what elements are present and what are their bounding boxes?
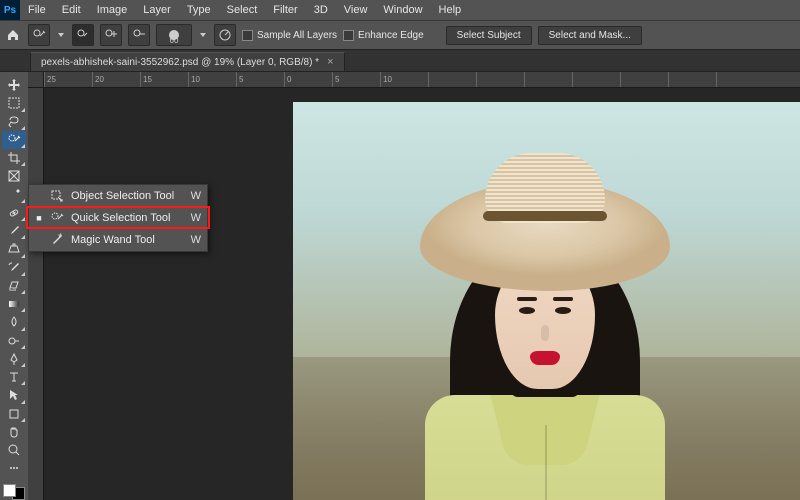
menubar: Ps File Edit Image Layer Type Select Fil… bbox=[0, 0, 800, 20]
tab-title: pexels-abhishek-saini-3552962.psd @ 19% … bbox=[41, 57, 319, 68]
chevron-down-icon[interactable] bbox=[198, 31, 208, 39]
tool-eyedropper[interactable] bbox=[2, 186, 26, 204]
tool-history-brush[interactable] bbox=[2, 259, 26, 277]
ruler-vertical[interactable] bbox=[28, 88, 44, 500]
flyout-label: Magic Wand Tool bbox=[71, 234, 185, 246]
menu-3d[interactable]: 3D bbox=[306, 0, 336, 20]
tool-preset-button[interactable] bbox=[28, 24, 50, 46]
flyout-shortcut: W bbox=[191, 190, 201, 202]
brush-picker[interactable]: 60 bbox=[156, 24, 192, 46]
app-logo[interactable]: Ps bbox=[0, 0, 20, 20]
flyout-shortcut: W bbox=[191, 212, 201, 224]
flyout-shortcut: W bbox=[191, 234, 201, 246]
active-marker: ■ bbox=[35, 213, 43, 223]
tool-hand[interactable] bbox=[2, 423, 26, 441]
tool-marquee[interactable] bbox=[2, 94, 26, 112]
tool-flyout: Object Selection Tool W ■ Quick Selectio… bbox=[28, 184, 208, 252]
tool-eraser[interactable] bbox=[2, 277, 26, 295]
flyout-label: Object Selection Tool bbox=[71, 190, 185, 202]
tool-gradient[interactable] bbox=[2, 295, 26, 313]
menu-type[interactable]: Type bbox=[179, 0, 219, 20]
select-and-mask-button[interactable]: Select and Mask... bbox=[538, 26, 642, 45]
quick-selection-icon bbox=[49, 211, 65, 225]
sample-all-layers-checkbox[interactable]: Sample All Layers bbox=[242, 30, 337, 41]
flyout-item-magic-wand[interactable]: Magic Wand Tool W bbox=[29, 229, 207, 251]
tool-shape[interactable] bbox=[2, 405, 26, 423]
magic-wand-icon bbox=[49, 233, 65, 247]
document-tab[interactable]: pexels-abhishek-saini-3552962.psd @ 19% … bbox=[30, 52, 345, 71]
color-swatch[interactable] bbox=[3, 484, 25, 500]
tool-crop[interactable] bbox=[2, 149, 26, 167]
options-bar: 60 Sample All Layers Enhance Edge Select… bbox=[0, 20, 800, 50]
menu-filter[interactable]: Filter bbox=[265, 0, 305, 20]
tool-zoom[interactable] bbox=[2, 441, 26, 459]
canvas[interactable] bbox=[293, 102, 800, 500]
canvas-image bbox=[293, 102, 800, 500]
tool-lasso[interactable] bbox=[2, 113, 26, 131]
tool-blur[interactable] bbox=[2, 313, 26, 331]
select-subject-button[interactable]: Select Subject bbox=[446, 26, 532, 45]
tool-dodge[interactable] bbox=[2, 332, 26, 350]
tool-type[interactable] bbox=[2, 368, 26, 386]
flyout-item-quick-selection[interactable]: ■ Quick Selection Tool W bbox=[29, 207, 207, 229]
enhance-edge-checkbox[interactable]: Enhance Edge bbox=[343, 30, 424, 41]
tool-clone-stamp[interactable] bbox=[2, 240, 26, 258]
menu-window[interactable]: Window bbox=[375, 0, 430, 20]
object-selection-icon bbox=[49, 189, 65, 203]
menu-image[interactable]: Image bbox=[89, 0, 136, 20]
flyout-label: Quick Selection Tool bbox=[71, 212, 185, 224]
tool-healing[interactable] bbox=[2, 204, 26, 222]
ruler-horizontal[interactable]: 2520151050510 bbox=[44, 72, 800, 88]
close-icon[interactable]: × bbox=[327, 56, 333, 68]
tool-quick-selection[interactable] bbox=[2, 131, 26, 149]
menu-help[interactable]: Help bbox=[431, 0, 470, 20]
tool-brush[interactable] bbox=[2, 222, 26, 240]
canvas-area: 2520151050510 bbox=[28, 72, 800, 500]
home-icon[interactable] bbox=[4, 26, 22, 44]
menu-view[interactable]: View bbox=[336, 0, 376, 20]
tool-path-selection[interactable] bbox=[2, 386, 26, 404]
tool-pen[interactable] bbox=[2, 350, 26, 368]
add-selection-button[interactable] bbox=[100, 24, 122, 46]
subtract-selection-button[interactable] bbox=[128, 24, 150, 46]
chevron-down-icon[interactable] bbox=[56, 31, 66, 39]
toolbar bbox=[0, 72, 28, 500]
tool-more[interactable] bbox=[2, 459, 26, 477]
tool-frame[interactable] bbox=[2, 167, 26, 185]
tool-move[interactable] bbox=[2, 76, 26, 94]
menu-edit[interactable]: Edit bbox=[54, 0, 89, 20]
menu-layer[interactable]: Layer bbox=[135, 0, 179, 20]
document-tabs: pexels-abhishek-saini-3552962.psd @ 19% … bbox=[0, 50, 800, 72]
ruler-origin[interactable] bbox=[28, 72, 44, 88]
new-selection-button[interactable] bbox=[72, 24, 94, 46]
flyout-item-object-selection[interactable]: Object Selection Tool W bbox=[29, 185, 207, 207]
menu-select[interactable]: Select bbox=[219, 0, 266, 20]
brush-angle-button[interactable] bbox=[214, 24, 236, 46]
menu-file[interactable]: File bbox=[20, 0, 54, 20]
brush-size-value: 60 bbox=[170, 36, 179, 45]
